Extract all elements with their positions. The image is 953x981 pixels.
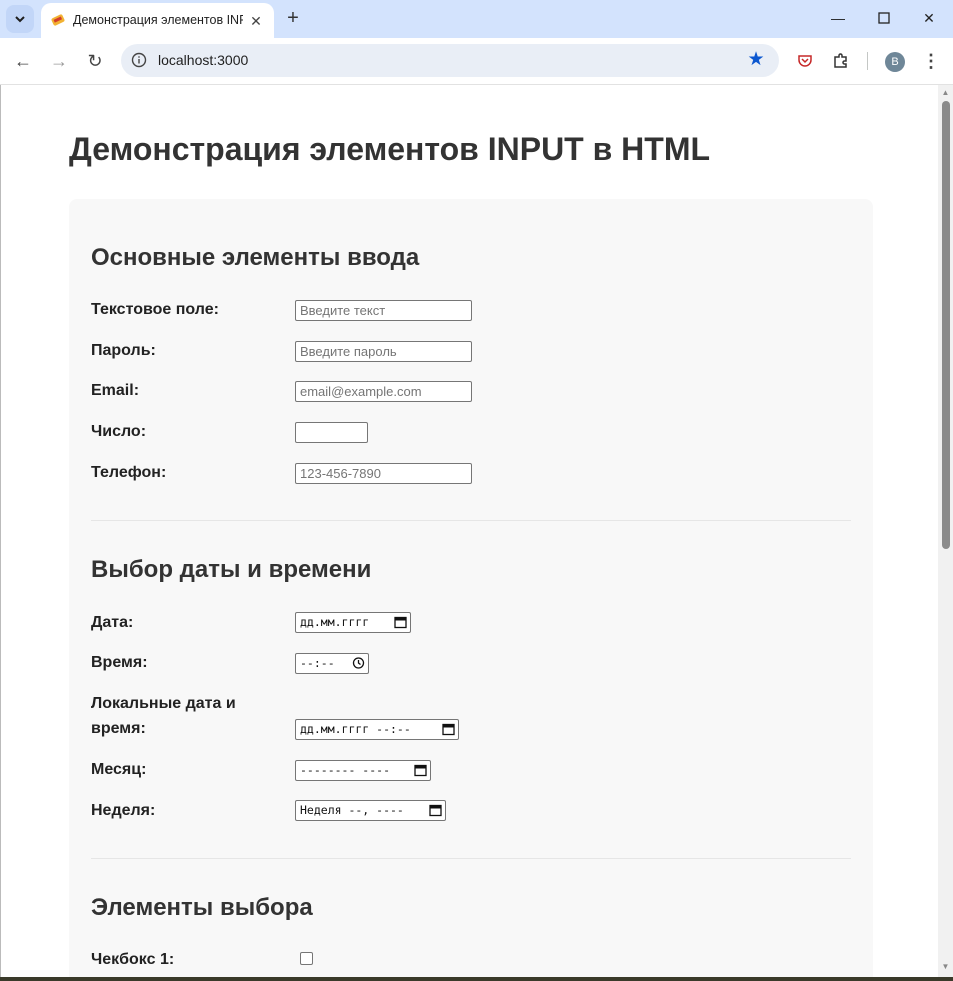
minimize-button[interactable]: — bbox=[826, 8, 850, 28]
section-divider bbox=[91, 858, 851, 859]
section-title-datetime: Выбор даты и времени bbox=[91, 556, 372, 583]
email-input[interactable]: email@example.com bbox=[295, 381, 472, 402]
maximize-button[interactable] bbox=[872, 8, 896, 28]
number-input[interactable] bbox=[295, 422, 368, 443]
password-label: Пароль: bbox=[91, 342, 156, 359]
section-divider bbox=[91, 520, 851, 521]
section-title-choice: Элементы выбора bbox=[91, 894, 313, 921]
calendar-icon[interactable] bbox=[442, 722, 455, 736]
browser-window: Демонстрация элементов INPUT в HTML ✕ + … bbox=[0, 0, 953, 977]
checkbox1-label: Чекбокс 1: bbox=[91, 951, 175, 968]
favicon-icon bbox=[51, 14, 65, 26]
shield-icon bbox=[798, 55, 812, 67]
date-input[interactable]: дд.мм.гггг bbox=[295, 612, 411, 633]
month-value: -------- ---- bbox=[300, 763, 391, 777]
close-window-button[interactable]: ✕ bbox=[917, 8, 941, 28]
scroll-thumb[interactable] bbox=[942, 101, 950, 549]
month-input[interactable]: -------- ---- bbox=[295, 760, 431, 781]
chevron-down-icon bbox=[15, 16, 25, 23]
password-input[interactable]: Введите пароль bbox=[295, 341, 472, 362]
datetime-value: дд.мм.гггг --:-- bbox=[300, 722, 411, 736]
month-label: Месяц: bbox=[91, 761, 147, 778]
calendar-icon[interactable] bbox=[414, 763, 427, 777]
forward-button[interactable]: → bbox=[47, 49, 71, 73]
date-label: Дата: bbox=[91, 614, 134, 631]
calendar-icon[interactable] bbox=[429, 803, 442, 817]
email-label: Email: bbox=[91, 382, 140, 399]
scroll-down-arrow-icon[interactable]: ▼ bbox=[941, 962, 950, 971]
tab-close-icon[interactable]: ✕ bbox=[248, 13, 264, 29]
menu-kebab-icon[interactable]: ⋮ bbox=[919, 49, 943, 73]
maximize-icon bbox=[878, 12, 890, 24]
url-text: localhost:3000 bbox=[158, 52, 249, 68]
phone-label: Телефон: bbox=[91, 464, 167, 481]
date-value: дд.мм.гггг bbox=[300, 615, 370, 629]
clock-icon[interactable] bbox=[352, 656, 365, 670]
week-label: Неделя: bbox=[91, 802, 156, 819]
datetime-input[interactable]: дд.мм.гггг --:-- bbox=[295, 719, 459, 740]
scroll-up-arrow-icon[interactable]: ▲ bbox=[941, 88, 950, 97]
toolbar-divider bbox=[867, 52, 868, 70]
checkbox1-input[interactable] bbox=[300, 952, 313, 965]
number-label: Число: bbox=[91, 423, 147, 440]
time-input[interactable]: --:-- bbox=[295, 653, 369, 674]
address-bar[interactable]: localhost:3000 ★ bbox=[121, 44, 779, 77]
page-viewport: Демонстрация элементов INPUT в HTML Осно… bbox=[0, 85, 939, 977]
text-input[interactable]: Введите текст bbox=[295, 300, 472, 321]
datetime-label: Локальные дата и время: bbox=[91, 695, 236, 737]
tab-title: Демонстрация элементов INPUT в HTML bbox=[73, 13, 243, 27]
section-title-basic: Основные элементы ввода bbox=[91, 244, 420, 271]
calendar-icon[interactable] bbox=[394, 615, 407, 629]
form-card: Основные элементы ввода Текстовое поле: … bbox=[69, 199, 873, 977]
active-tab[interactable]: Демонстрация элементов INPUT в HTML ✕ bbox=[41, 3, 274, 38]
profile-avatar[interactable]: B bbox=[885, 52, 905, 72]
time-value: --:-- bbox=[300, 656, 335, 670]
time-label: Время: bbox=[91, 654, 148, 671]
extensions-button[interactable] bbox=[829, 49, 853, 73]
week-input[interactable]: Неделя --, ---- bbox=[295, 800, 446, 821]
text-label: Текстовое поле: bbox=[91, 301, 219, 318]
puzzle-icon bbox=[834, 53, 847, 68]
tab-search-button[interactable] bbox=[6, 5, 34, 33]
site-info-icon[interactable] bbox=[131, 52, 147, 68]
page-scrollbar[interactable]: ▲ ▼ bbox=[938, 85, 953, 977]
back-button[interactable]: ← bbox=[11, 49, 35, 73]
bookmark-star-icon[interactable]: ★ bbox=[745, 49, 767, 71]
pocket-extension-icon[interactable] bbox=[793, 49, 817, 73]
new-tab-button[interactable]: + bbox=[282, 7, 304, 29]
phone-input[interactable]: 123-456-7890 bbox=[295, 463, 472, 484]
page-title: Демонстрация элементов INPUT в HTML bbox=[69, 131, 711, 167]
reload-button[interactable]: ↻ bbox=[83, 49, 107, 73]
browser-toolbar: ← → ↻ localhost:3000 ★ B ⋮ bbox=[0, 38, 953, 85]
week-value: Неделя --, ---- bbox=[300, 803, 404, 817]
tab-strip: Демонстрация элементов INPUT в HTML ✕ + … bbox=[0, 0, 953, 38]
